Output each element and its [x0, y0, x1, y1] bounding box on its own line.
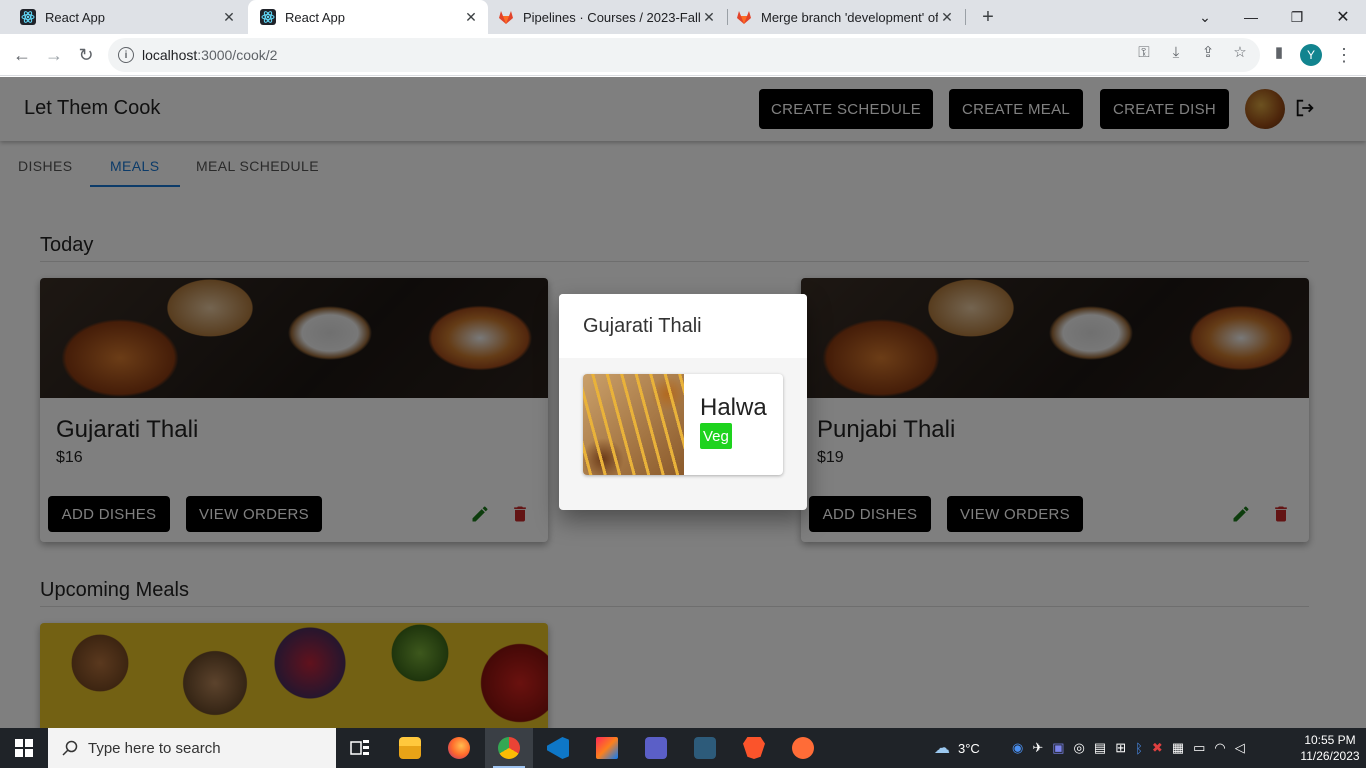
volume-icon[interactable]: ◁ [1235, 740, 1245, 756]
close-tab-icon[interactable]: ✕ [220, 8, 238, 26]
tray-app-icon[interactable]: ◉ [1012, 740, 1023, 756]
meal-dishes-dialog: Gujarati Thali Halwa Veg [559, 294, 807, 510]
page: Let Them Cook CREATE SCHEDULE CREATE MEA… [0, 77, 1366, 728]
dish-name: Halwa [700, 394, 767, 421]
system-tray: ◉ ✈ ▣ ◎ ▤ ⊞ ᛒ ✖ ▦ ▭ ◠ ◁ [1012, 728, 1245, 768]
veg-badge: Veg [700, 423, 732, 449]
teams-tray-icon[interactable]: ▣ [1052, 740, 1064, 756]
gitlab-icon [736, 9, 752, 25]
react-icon [20, 9, 36, 25]
battery-icon[interactable]: ▭ [1193, 740, 1205, 756]
browser-toolbar: ← → ↻ i localhost:3000/cook/2 ⚿ ⤓ ⇪ ☆ ▮ … [0, 34, 1366, 76]
dish-card[interactable]: Halwa Veg [583, 374, 783, 475]
weather-widget[interactable]: ☁ 3°C [934, 728, 980, 768]
browser-tab-active[interactable]: React App ✕ [248, 0, 488, 34]
menu-icon[interactable]: ⋮ [1335, 44, 1353, 66]
browser-tab[interactable]: React App ✕ [0, 0, 246, 34]
reload-icon[interactable]: ↻ [74, 43, 98, 67]
cloud-icon: ☁ [934, 740, 950, 757]
back-icon[interactable]: ← [10, 43, 34, 67]
site-info-icon[interactable]: i [118, 47, 134, 63]
tray-app-icon[interactable]: ▤ [1094, 740, 1106, 756]
install-icon[interactable]: ⤓ [1167, 43, 1185, 61]
profile-avatar[interactable]: Y [1300, 44, 1322, 66]
security-icon[interactable]: ✖ [1152, 740, 1163, 756]
clock-time: 10:55 PM [1304, 733, 1356, 747]
brave-icon[interactable] [730, 728, 778, 768]
taskbar-clock[interactable]: 10:55 PM 11/26/2023 [1298, 732, 1362, 764]
windows-taskbar: Type here to search ☁ 3°C ◉ ✈ ▣ ◎ ▤ ⊞ ᛒ … [0, 728, 1366, 768]
chrome-icon[interactable] [485, 728, 533, 768]
forward-icon[interactable]: → [42, 43, 66, 67]
bookmark-star-icon[interactable]: ☆ [1231, 43, 1249, 61]
close-tab-icon[interactable]: ✕ [700, 8, 718, 26]
browser-tab-strip: React App ✕ React App ✕ Pipelines · Cour… [0, 0, 1366, 34]
address-bar[interactable]: i localhost:3000/cook/2 [108, 38, 1260, 72]
tab-search-icon[interactable]: ⌄ [1182, 0, 1228, 34]
tray-app-icon[interactable]: ▦ [1172, 740, 1184, 756]
teams-icon[interactable] [632, 728, 680, 768]
postman-icon[interactable] [779, 728, 827, 768]
tab-title: React App [45, 9, 105, 25]
key-icon[interactable]: ⚿ [1135, 43, 1153, 61]
search-icon [62, 740, 78, 756]
side-panel-icon[interactable]: ▮ [1270, 43, 1288, 61]
intellij-icon[interactable] [583, 728, 631, 768]
screen: React App ✕ React App ✕ Pipelines · Cour… [0, 0, 1366, 768]
weather-temp: 3°C [958, 740, 980, 756]
close-window-icon[interactable]: ✕ [1320, 0, 1366, 34]
tab-separator [965, 9, 966, 25]
tray-app-icon[interactable]: ✈ [1032, 740, 1043, 756]
new-tab-icon[interactable]: + [976, 5, 1000, 29]
dialog-header: Gujarati Thali [559, 294, 807, 358]
url-text: localhost:3000/cook/2 [142, 47, 278, 63]
gitlab-icon [498, 9, 514, 25]
minimize-icon[interactable]: — [1228, 0, 1274, 34]
dialog-title: Gujarati Thali [583, 315, 702, 337]
wifi-icon[interactable]: ◠ [1214, 740, 1225, 756]
windows-start-icon[interactable] [0, 728, 48, 768]
tab-title: Merge branch 'development' of [761, 9, 938, 25]
clock-date: 11/26/2023 [1300, 749, 1360, 763]
search-placeholder: Type here to search [88, 739, 221, 757]
react-icon [260, 9, 276, 25]
vscode-icon[interactable] [534, 728, 582, 768]
file-explorer-icon[interactable] [386, 728, 434, 768]
close-tab-icon[interactable]: ✕ [462, 8, 480, 26]
task-view-icon[interactable] [336, 728, 384, 768]
restore-icon[interactable]: ❐ [1274, 0, 1320, 34]
dish-image [583, 374, 684, 475]
share-icon[interactable]: ⇪ [1199, 43, 1217, 61]
tab-title: React App [285, 9, 345, 25]
bluetooth-icon[interactable]: ᛒ [1135, 741, 1143, 756]
close-tab-icon[interactable]: ✕ [938, 8, 956, 26]
tab-title: Pipelines · Courses / 2023-Fall / C [523, 9, 700, 25]
tray-app-icon[interactable]: ◎ [1074, 740, 1085, 756]
browser-tab[interactable]: Merge branch 'development' of ✕ [728, 0, 964, 34]
tray-app-icon[interactable]: ⊞ [1115, 740, 1126, 756]
browser-tab[interactable]: Pipelines · Courses / 2023-Fall / C ✕ [488, 0, 726, 34]
taskbar-search[interactable]: Type here to search [48, 728, 336, 768]
firefox-icon[interactable] [435, 728, 483, 768]
mysql-workbench-icon[interactable] [681, 728, 729, 768]
